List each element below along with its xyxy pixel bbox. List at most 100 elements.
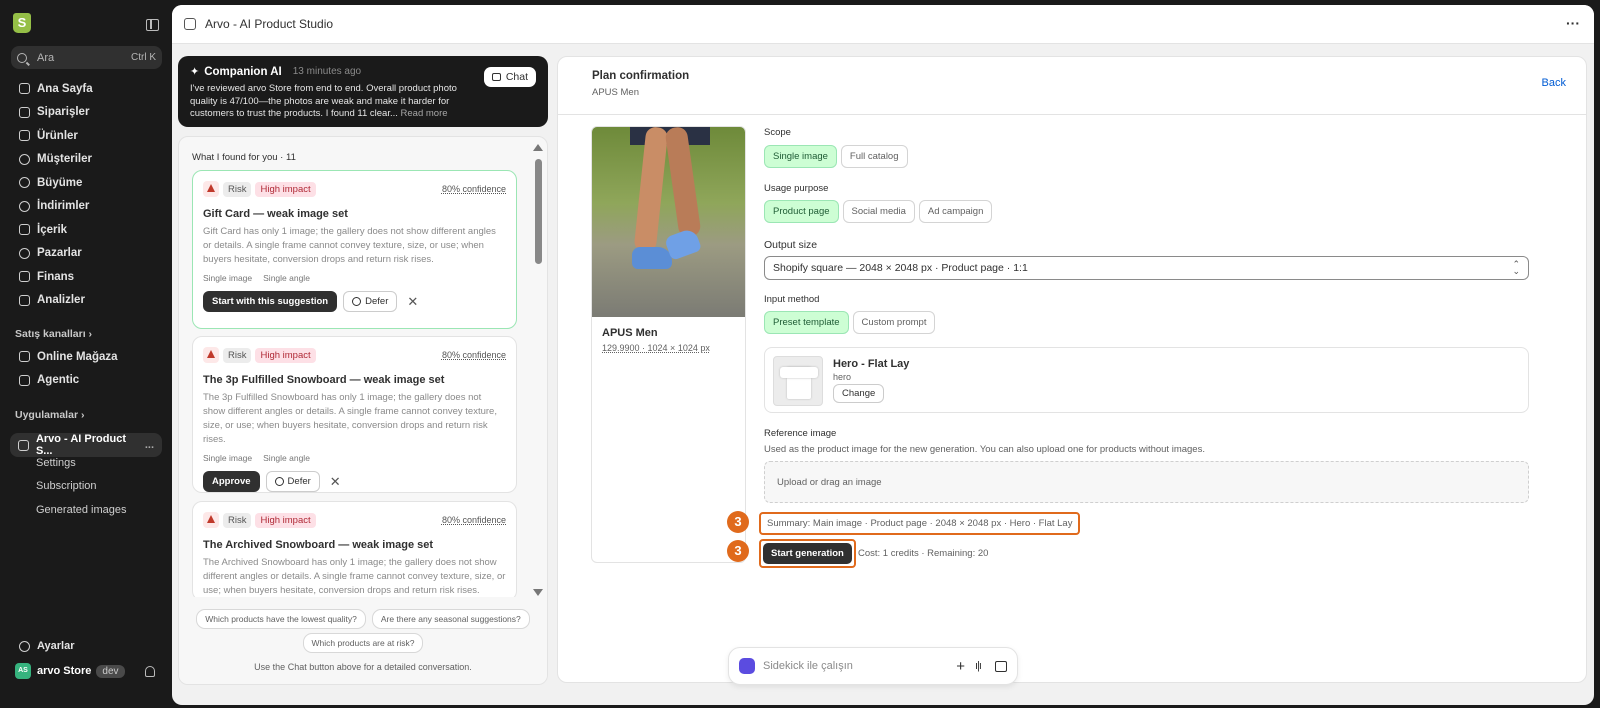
- shopify-logo-icon[interactable]: S: [13, 13, 31, 33]
- sidebar-sub-generated-images[interactable]: Generated images: [36, 504, 127, 516]
- tag-icon: [19, 130, 30, 142]
- image-dropzone[interactable]: Upload or drag an image: [764, 461, 1529, 503]
- close-icon[interactable]: ✕: [330, 474, 341, 490]
- warning-icon: [203, 181, 219, 197]
- product-name: APUS Men: [602, 327, 658, 339]
- reference-image-help: Used as the product image for the new ge…: [764, 444, 1205, 455]
- scope-single-image[interactable]: Single image: [764, 145, 837, 168]
- plus-icon[interactable]: +: [956, 658, 965, 675]
- usage-label: Usage purpose: [764, 183, 829, 194]
- sidekick-input[interactable]: Sidekick ile çalışın: [763, 660, 956, 672]
- sidebar-item-home[interactable]: Ana Sayfa: [11, 77, 162, 101]
- read-more-link[interactable]: Read more: [401, 108, 448, 119]
- sidebar-item-arvo-app[interactable]: Arvo - AI Product S... ...: [10, 433, 162, 457]
- usage-selector: Product page Social media Ad campaign: [764, 200, 996, 223]
- sidebar-item-analytics[interactable]: Analizler: [11, 289, 162, 313]
- confidence-label: 80% confidence: [441, 515, 506, 525]
- usage-ad-campaign[interactable]: Ad campaign: [918, 200, 993, 223]
- back-link[interactable]: Back: [1542, 77, 1566, 89]
- input-method-label: Input method: [764, 294, 820, 305]
- home-icon: [19, 83, 30, 95]
- store-icon: [19, 351, 30, 363]
- output-size-select[interactable]: Shopify square — 2048 × 2048 px · Produc…: [764, 256, 1529, 280]
- suggestion-title: The 3p Fulfilled Snowboard — weak image …: [203, 374, 445, 386]
- risk-badge: Risk: [223, 347, 252, 363]
- sales-channels-label[interactable]: Satış kanalları ›: [15, 328, 92, 340]
- sidebar-item-agentic[interactable]: Agentic: [11, 369, 162, 393]
- sidebar-sub-subscription[interactable]: Subscription: [36, 480, 97, 492]
- sidebar-item-settings[interactable]: Ayarlar: [19, 640, 75, 652]
- start-generation-button[interactable]: Start generation: [763, 543, 852, 564]
- product-meta: 129.9900 · 1024 × 1024 px: [602, 343, 710, 353]
- apps-label[interactable]: Uygulamalar ›: [15, 409, 84, 421]
- warning-icon: [203, 512, 219, 528]
- sales-channels-nav: Online Mağaza Agentic: [11, 345, 162, 392]
- voice-icon[interactable]: ı|ı: [975, 660, 982, 672]
- impact-badge: High impact: [255, 512, 316, 528]
- bell-icon[interactable]: [145, 666, 155, 677]
- suggestion-description: The Archived Snowboard has only 1 image;…: [203, 557, 506, 596]
- scroll-down-icon[interactable]: [533, 589, 543, 596]
- risk-badge: Risk: [223, 512, 252, 528]
- suggestion-card[interactable]: Risk High impact 80% confidence The 3p F…: [192, 336, 517, 493]
- plan-confirmation-panel: Plan confirmation APUS Men Back APUS Men…: [557, 56, 1587, 683]
- companion-message: I've reviewed arvo Store from end to end…: [190, 83, 457, 119]
- store-switcher[interactable]: AS arvo Store dev: [15, 663, 125, 679]
- suggestion-title: The Archived Snowboard — weak image set: [203, 539, 434, 551]
- sidebar-toggle-icon[interactable]: [146, 19, 159, 31]
- chat-button[interactable]: Chat: [483, 67, 536, 87]
- sidebar-item-content[interactable]: İçerik: [11, 218, 162, 242]
- app-icon: [184, 18, 196, 30]
- usage-product-page[interactable]: Product page: [764, 200, 839, 223]
- defer-button[interactable]: Defer: [343, 291, 398, 312]
- panel-icon[interactable]: [995, 660, 1007, 672]
- orders-icon: [19, 106, 30, 118]
- sidebar-item-growth[interactable]: Büyüme: [11, 171, 162, 195]
- scroll-up-icon[interactable]: [533, 144, 543, 151]
- search-input[interactable]: Ara Ctrl K: [11, 46, 162, 69]
- sidebar-item-customers[interactable]: Müşteriler: [11, 148, 162, 172]
- companion-panel: ✦ Companion AI 13 minutes ago Chat I've …: [178, 56, 548, 127]
- usage-social-media[interactable]: Social media: [842, 200, 915, 223]
- app-title-bar: Arvo - AI Product Studio ···: [172, 5, 1594, 44]
- defer-button[interactable]: Defer: [265, 471, 320, 492]
- sidebar-item-discounts[interactable]: İndirimler: [11, 195, 162, 219]
- more-actions-button[interactable]: ···: [1563, 15, 1583, 35]
- scrollbar[interactable]: [532, 141, 544, 596]
- change-template-button[interactable]: Change: [833, 384, 885, 403]
- sidebar-item-markets[interactable]: Pazarlar: [11, 242, 162, 266]
- warning-icon: [203, 347, 219, 363]
- bank-icon: [19, 271, 30, 283]
- scope-full-catalog[interactable]: Full catalog: [840, 145, 908, 168]
- sparkle-icon: ✦: [190, 66, 200, 78]
- chat-hint: Use the Chat button above for a detailed…: [254, 662, 472, 672]
- suggestion-card[interactable]: Risk High impact 80% confidence Gift Car…: [192, 170, 517, 329]
- sidebar-item-orders[interactable]: Siparişler: [11, 101, 162, 125]
- scope-label: Scope: [764, 127, 791, 138]
- sidebar-item-finance[interactable]: Finans: [11, 265, 162, 289]
- plan-header: Plan confirmation APUS Men Back: [558, 57, 1586, 115]
- quick-question-chip[interactable]: Which products have the lowest quality?: [196, 609, 366, 629]
- discount-icon: [19, 200, 30, 212]
- sidekick-bar[interactable]: Sidekick ile çalışın + ı|ı: [728, 647, 1018, 685]
- scroll-thumb[interactable]: [535, 159, 542, 264]
- input-preset-template[interactable]: Preset template: [764, 311, 849, 334]
- suggestion-card[interactable]: Risk High impact 80% confidence The Arch…: [192, 501, 517, 601]
- sidebar-item-online-store[interactable]: Online Mağaza: [11, 345, 162, 369]
- quick-question-chip[interactable]: Which products are at risk?: [302, 633, 424, 653]
- input-custom-prompt[interactable]: Custom prompt: [852, 311, 936, 334]
- sidebar-item-products[interactable]: Ürünler: [11, 124, 162, 148]
- companion-timestamp: 13 minutes ago: [292, 66, 362, 77]
- start-suggestion-button[interactable]: Start with this suggestion: [203, 291, 338, 312]
- template-name: Hero - Flat Lay: [833, 358, 910, 370]
- cost-info: Cost: 1 credits · Remaining: 20: [858, 548, 989, 559]
- approve-button[interactable]: Approve: [203, 471, 260, 492]
- clock-icon: [274, 477, 284, 486]
- app-more-icon[interactable]: ...: [145, 439, 154, 451]
- main-content: Arvo - AI Product Studio ··· ✦ Companion…: [172, 5, 1594, 705]
- avatar: AS: [15, 663, 31, 679]
- sidebar-sub-settings[interactable]: Settings: [36, 457, 76, 469]
- app-icon: [18, 439, 29, 451]
- quick-question-chip[interactable]: Are there any seasonal suggestions?: [371, 609, 530, 629]
- close-icon[interactable]: ✕: [407, 294, 418, 310]
